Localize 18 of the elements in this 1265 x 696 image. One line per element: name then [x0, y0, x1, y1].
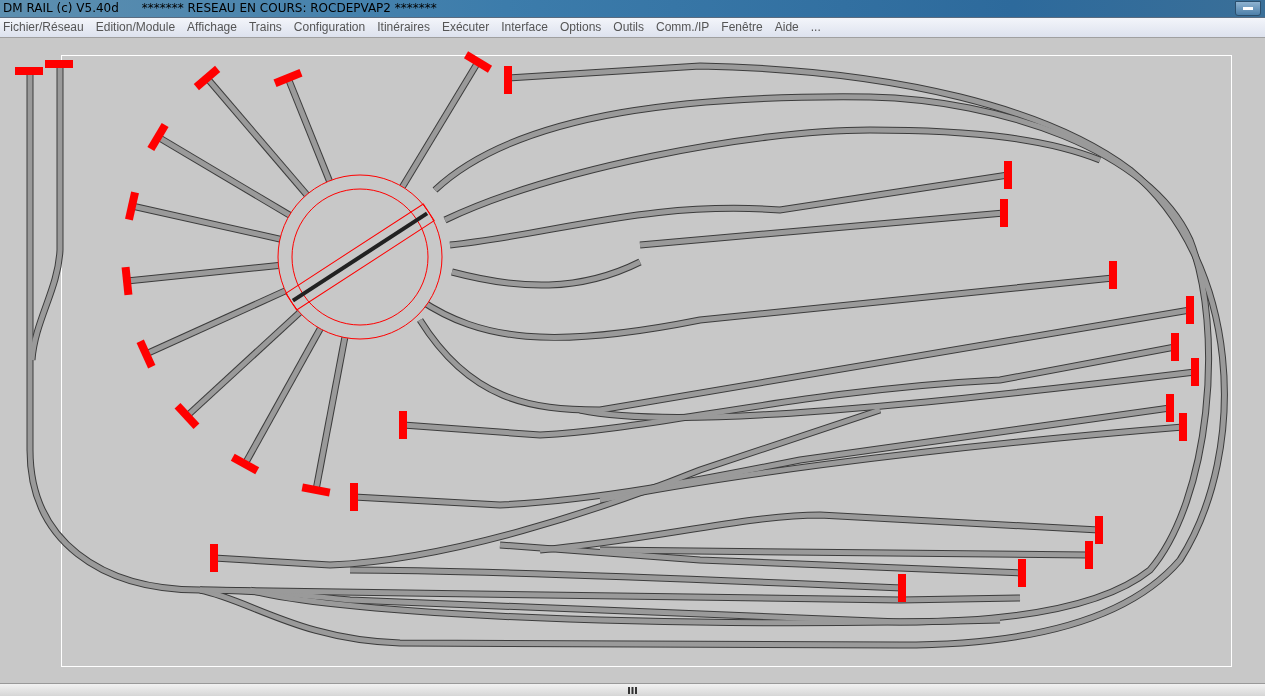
resize-grip-icon[interactable]	[628, 686, 637, 694]
menu-item[interactable]: Configuration	[292, 20, 372, 35]
menu-item[interactable]: Options	[558, 20, 608, 35]
menu-item[interactable]: Aide	[773, 20, 805, 35]
minimize-button[interactable]	[1235, 0, 1261, 16]
menu-item[interactable]: Interface	[500, 20, 554, 35]
menu-item[interactable]: Outils	[612, 20, 650, 35]
menu-item[interactable]: Fichier/Réseau	[2, 20, 90, 35]
window-title: DM RAIL (c) V5.40d ******* RESEAU EN COURS: ROCDEPVAP2 *******	[2, 1, 437, 16]
menu-item[interactable]: Comm./IP	[655, 20, 716, 35]
minimize-icon	[1243, 6, 1253, 10]
menu-item[interactable]: Affichage	[186, 20, 243, 35]
menu-item[interactable]: ...	[809, 20, 827, 35]
menu-item[interactable]: Exécuter	[440, 20, 496, 35]
menu-item[interactable]: Fenêtre	[720, 20, 769, 35]
menu-item[interactable]: Trains	[247, 20, 288, 35]
menu-item[interactable]: Edition/Module	[94, 20, 182, 35]
menu-item[interactable]: Itinéraires	[376, 20, 436, 35]
